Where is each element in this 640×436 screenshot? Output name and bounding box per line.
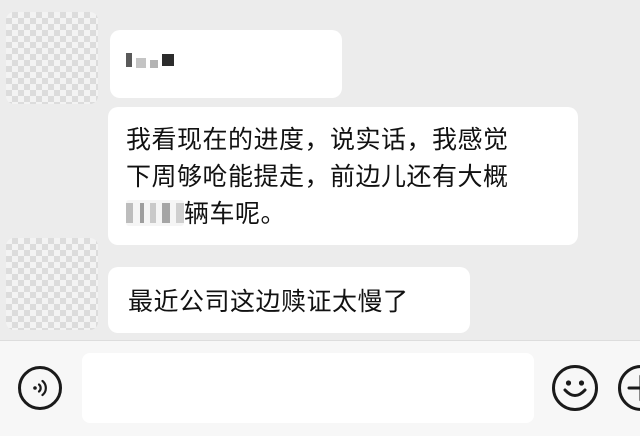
input-toolbar bbox=[0, 340, 640, 436]
contact-avatar-pixelated[interactable] bbox=[6, 12, 98, 104]
redacted-number bbox=[126, 200, 184, 226]
emoji-button[interactable] bbox=[552, 365, 598, 411]
more-button[interactable] bbox=[618, 365, 640, 411]
message-bubble-slow-redemption[interactable]: 最近公司这边赎证太慢了 bbox=[108, 267, 470, 333]
message-line-with-redaction: 辆车呢。 bbox=[126, 195, 560, 232]
voice-input-button[interactable] bbox=[18, 366, 62, 410]
chat-message-list[interactable]: 我看现在的进度，说实话，我感觉 下周够呛能提走，前边儿还有大概 辆车呢。 最近公… bbox=[0, 0, 640, 340]
emoji-icon bbox=[563, 380, 587, 397]
redacted-name-pixels bbox=[126, 48, 326, 72]
voice-icon bbox=[33, 379, 47, 397]
message-bubble-redacted-name[interactable] bbox=[110, 30, 342, 98]
contact-avatar-pixelated[interactable] bbox=[6, 238, 98, 330]
message-line-suffix: 辆车呢。 bbox=[184, 199, 287, 228]
message-input[interactable] bbox=[82, 353, 534, 423]
plus-icon bbox=[627, 374, 640, 402]
message-bubble-progress[interactable]: 我看现在的进度，说实话，我感觉 下周够呛能提走，前边儿还有大概 辆车呢。 bbox=[108, 107, 578, 245]
message-line: 下周够呛能提走，前边儿还有大概 bbox=[126, 162, 509, 191]
message-line: 我看现在的进度，说实话，我感觉 bbox=[126, 125, 509, 154]
message-text: 最近公司这边赎证太慢了 bbox=[128, 287, 409, 316]
